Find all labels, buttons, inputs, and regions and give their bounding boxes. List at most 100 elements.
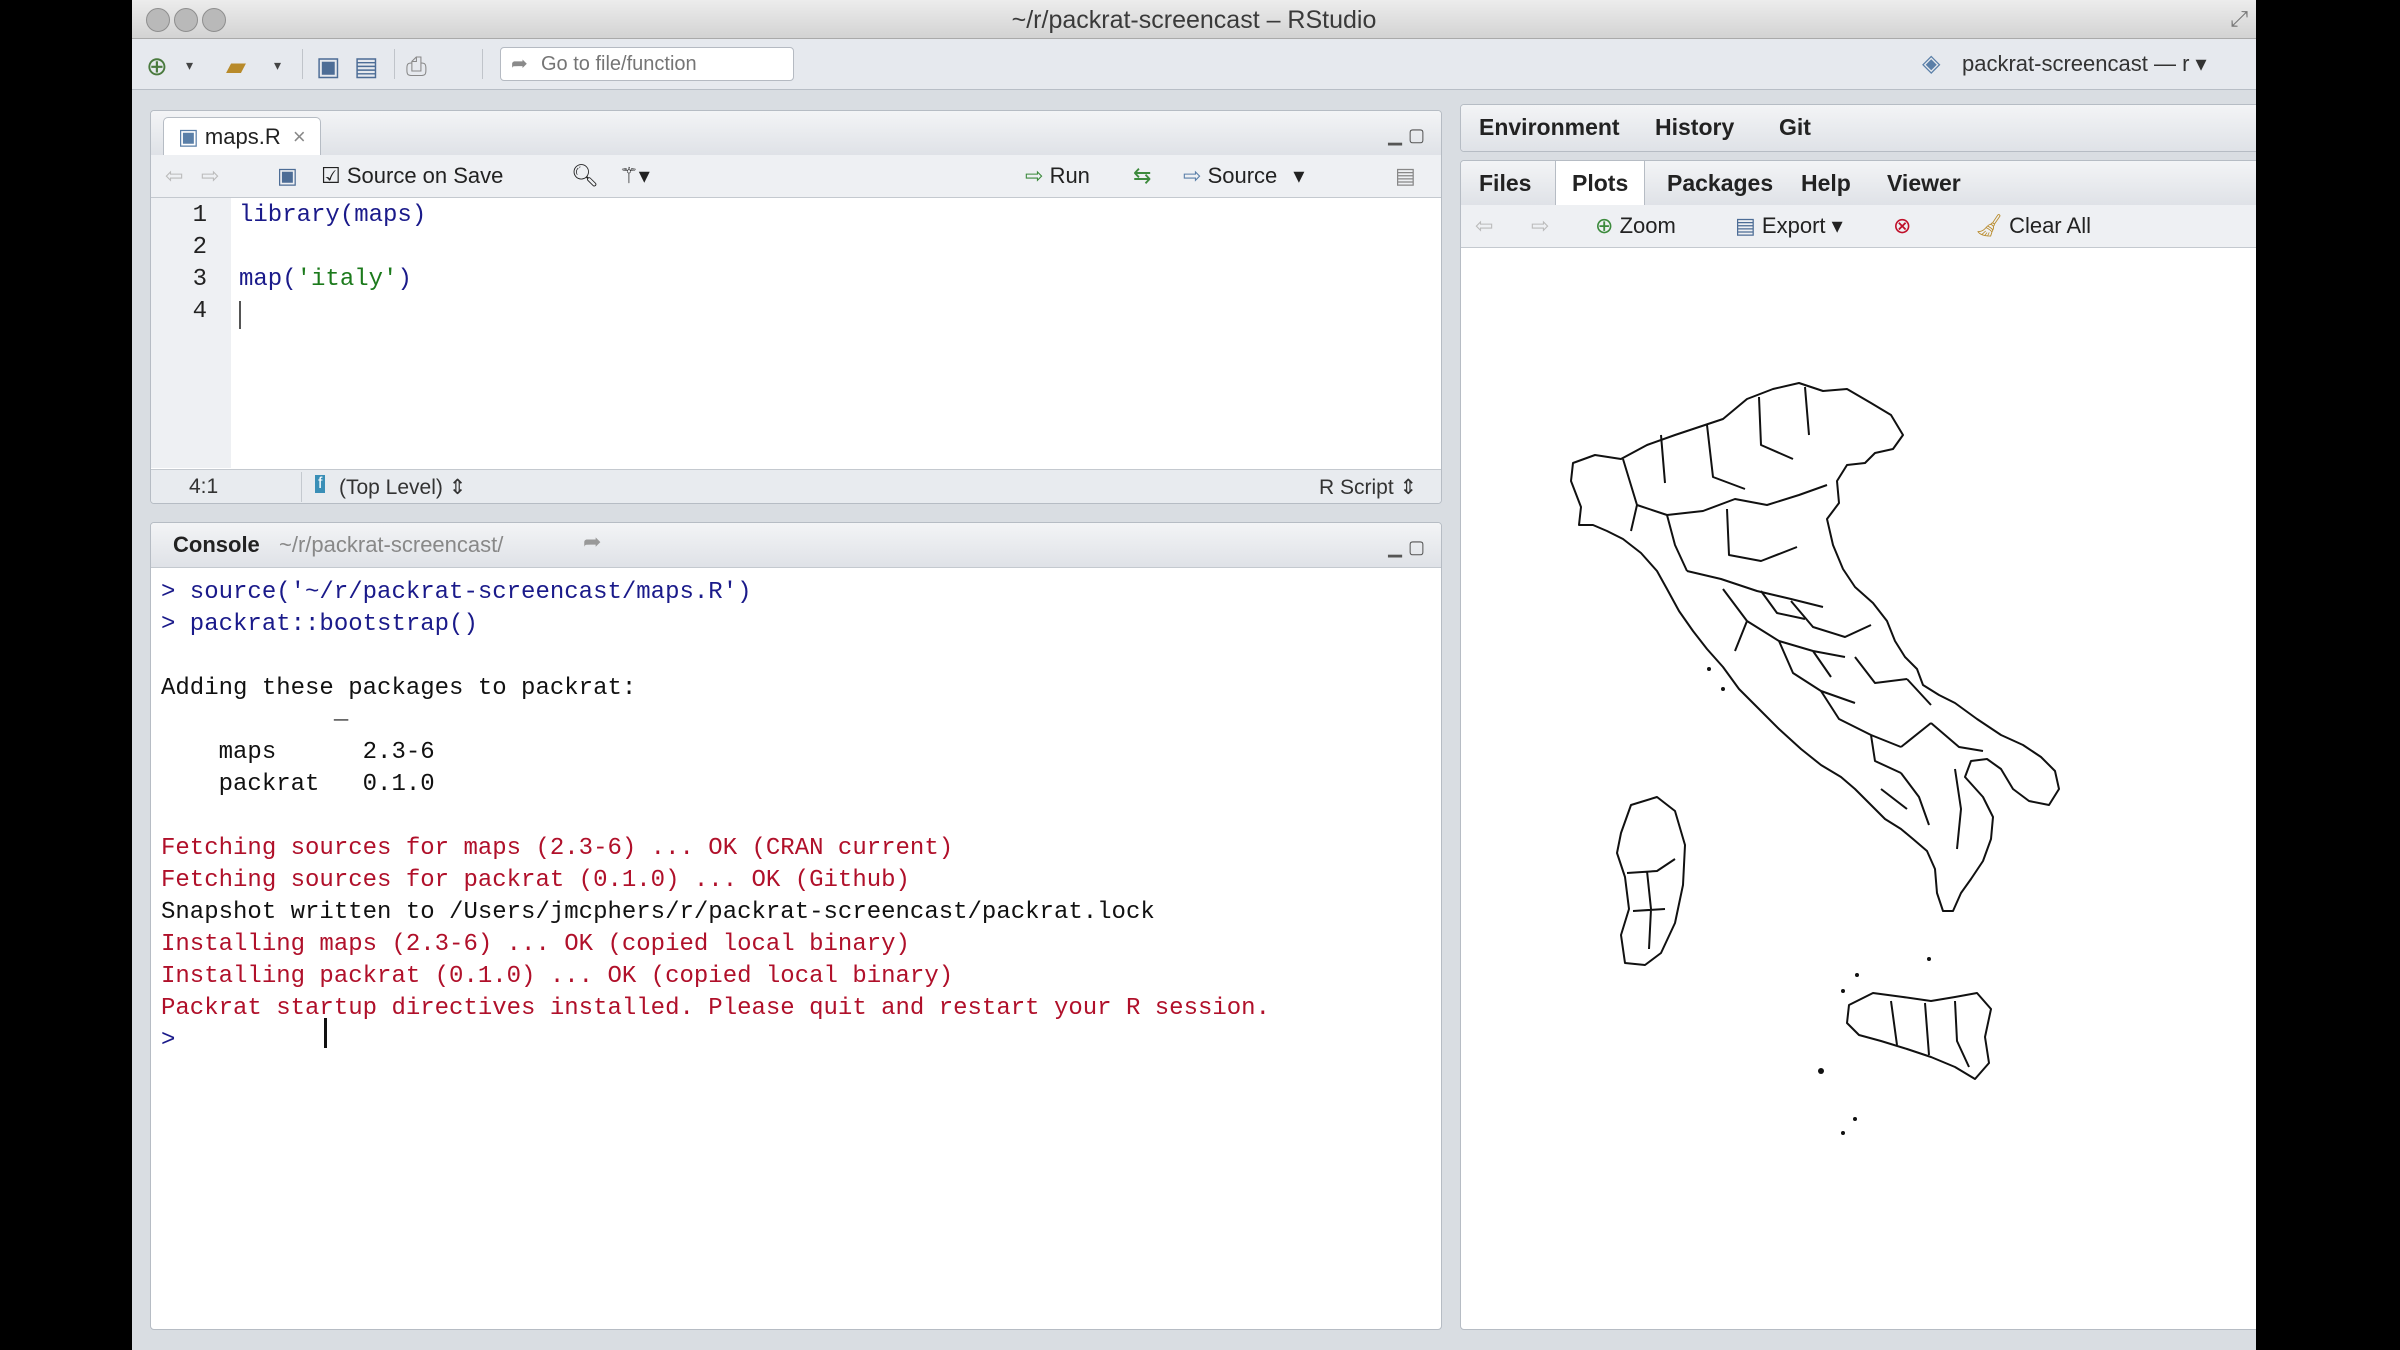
island-dot [1841,989,1845,993]
save-icon[interactable]: ▣ [316,51,341,82]
italy-regions-center [1722,588,1908,704]
editor-tab-maps[interactable]: ▣ maps.R × [163,117,321,156]
title-bar: ~/r/packrat-screencast – RStudio ⤢ [132,0,2256,39]
plots-pane: Files Plots Packages Help Viewer ▁▭ ⇦ ⇨ … [1460,160,2256,1330]
tab-viewer[interactable]: Viewer [1871,161,1977,205]
chevron-down-icon: ▾ [1831,213,1843,238]
island-dot [1841,1131,1845,1135]
arrow-right-icon: ➦ [511,53,528,75]
line-number-gutter: 1 2 3 4 [151,198,231,468]
plots-tab-bar: Files Plots Packages Help Viewer ▁▭ [1461,161,2256,206]
source-button[interactable]: ⇨ Source ▾ [1183,163,1304,189]
island-dot [1927,957,1931,961]
toolbar-separator [394,49,395,79]
console-line: > packrat::bootstrap() [161,611,478,638]
toolbar-separator [302,49,303,79]
console-line: Adding these packages to packrat: [161,675,637,702]
env-tab-bar: Environment History Git ▭▢ [1461,105,2256,151]
window-title: ~/r/packrat-screencast – RStudio [1011,6,1377,34]
line-number: 1 [192,202,207,229]
tab-git[interactable]: Git [1763,105,1827,149]
zoom-icon: ⊕ [1595,213,1614,238]
close-tab-icon[interactable]: × [293,124,306,149]
console-line: Installing packrat (0.1.0) ... OK (copie… [161,963,954,990]
save-all-icon[interactable]: ▤ [354,51,379,82]
run-button[interactable]: ⇨ Run [1025,163,1090,189]
console-output[interactable]: > source('~/r/packrat-screencast/maps.R'… [151,567,1441,1329]
remove-plot-icon[interactable]: ⊗ [1893,213,1911,239]
console-title: Console [173,532,260,557]
tab-files[interactable]: Files [1463,161,1547,205]
chevron-down-icon[interactable]: ▾ [274,57,281,74]
source-on-save-label: Source on Save [346,163,504,188]
chevron-down-icon[interactable]: ▾ [1293,163,1304,188]
save-icon[interactable]: ▣ [277,163,298,189]
project-menu[interactable]: packrat-screencast — r ▾ [1962,51,2207,77]
goto-file-box[interactable]: ➦ [500,47,794,81]
outline-icon[interactable]: ▤ [1395,163,1416,189]
console-line: > source('~/r/packrat-screencast/maps.R'… [161,579,752,606]
console-line: Snapshot written to /Users/jmcphers/r/pa… [161,899,1155,926]
console-pane: Console ~/r/packrat-screencast/ ➦ ▁▢ > s… [150,522,1442,1330]
run-arrow-icon: ⇨ [1025,163,1044,188]
checkbox-checked-icon: ☑ [321,163,341,188]
forward-arrow-icon[interactable]: ⇨ [201,163,219,189]
source-on-save-checkbox[interactable]: ☑ Source on Save [321,163,503,189]
next-plot-icon[interactable]: ⇨ [1531,213,1549,239]
tab-plots[interactable]: Plots [1555,161,1646,205]
plots-toolbar: ⇦ ⇨ ⊕ Zoom ▤ Export ▾ ⊗ 🧹︎ Clear All ↻ [1461,205,2256,248]
rerun-icon[interactable]: ⇆ [1133,163,1151,189]
goto-file-input[interactable] [541,52,781,76]
pane-minmax-icons[interactable]: ▁▢ [1388,125,1431,146]
run-label: Run [1049,163,1090,188]
editor-status-bar: 4:1 f (Top Level) ⇕ R Script ⇕ [151,469,1441,503]
tab-packages[interactable]: Packages [1651,161,1789,205]
project-icon: ◈ [1922,50,1941,77]
rstudio-window: ~/r/packrat-screencast – RStudio ⤢ ⊕ ▾ ▰… [132,0,2256,1350]
main-toolbar: ⊕ ▾ ▰ ▾ ▣ ▤ ⎙ ➦ ◈ packrat-screencast — r… [132,39,2256,90]
export-label: Export [1761,213,1826,238]
console-line: Packrat startup directives installed. Pl… [161,995,1270,1022]
zoom-button[interactable]: ⊕ Zoom [1595,213,1676,239]
console-header: Console ~/r/packrat-screencast/ ➦ ▁▢ [151,523,1441,568]
pane-minmax-icons[interactable]: ▁▢ [1388,537,1431,558]
tab-environment[interactable]: Environment [1463,105,1636,149]
r-file-icon: ▣ [178,124,199,149]
goto-directory-icon[interactable]: ➦ [583,529,601,555]
code-line[interactable]: map('italy') [239,266,412,293]
magic-wand-icon[interactable]: ⚚▾ [619,163,650,189]
open-folder-icon[interactable]: ▰ [226,51,246,82]
toolbar-separator [482,49,483,79]
tab-history[interactable]: History [1639,105,1750,149]
console-prompt: > [161,1027,176,1054]
code-line[interactable]: library(maps) [239,202,426,229]
tab-help[interactable]: Help [1785,161,1867,205]
console-line: Fetching sources for maps (2.3-6) ... OK… [161,835,954,862]
sardinia-outline [1616,796,1686,966]
search-icon[interactable]: 🔍︎ [571,163,599,189]
print-icon[interactable]: ⎙ [406,51,427,83]
environment-pane: Environment History Git ▭▢ [1460,104,2256,152]
new-file-icon[interactable]: ⊕ [146,51,168,82]
function-scope-icon: f [315,475,326,493]
island-dot [1707,667,1711,671]
zoom-label: Zoom [1619,213,1676,238]
italy-mainland-outline [1570,382,2060,912]
console-line: packrat 0.1.0 [161,771,435,798]
island-dot [1818,1068,1824,1074]
previous-plot-icon[interactable]: ⇦ [1475,213,1493,239]
source-editor-pane: ▣ maps.R × ▁▢ ⇦ ⇨ ▣ ☑ Source on Save 🔍︎ … [150,110,1442,504]
export-button[interactable]: ▤ Export ▾ [1735,213,1843,239]
clear-all-button[interactable]: 🧹︎ Clear All [1975,213,2091,239]
console-line: Installing maps (2.3-6) ... OK (copied l… [161,931,910,958]
fullscreen-icon[interactable]: ⤢ [2230,6,2248,32]
sardinia-regions [1626,858,1676,950]
scope-selector[interactable]: (Top Level) ⇕ [339,475,466,500]
chevron-down-icon[interactable]: ▾ [186,57,193,74]
filetype-selector[interactable]: R Script ⇕ [1319,475,1417,500]
broom-icon: 🧹︎ [1975,213,2003,238]
island-dot [1855,973,1859,977]
back-arrow-icon[interactable]: ⇦ [165,163,183,189]
line-number: 2 [192,234,207,261]
source-label: Source [1207,163,1278,188]
